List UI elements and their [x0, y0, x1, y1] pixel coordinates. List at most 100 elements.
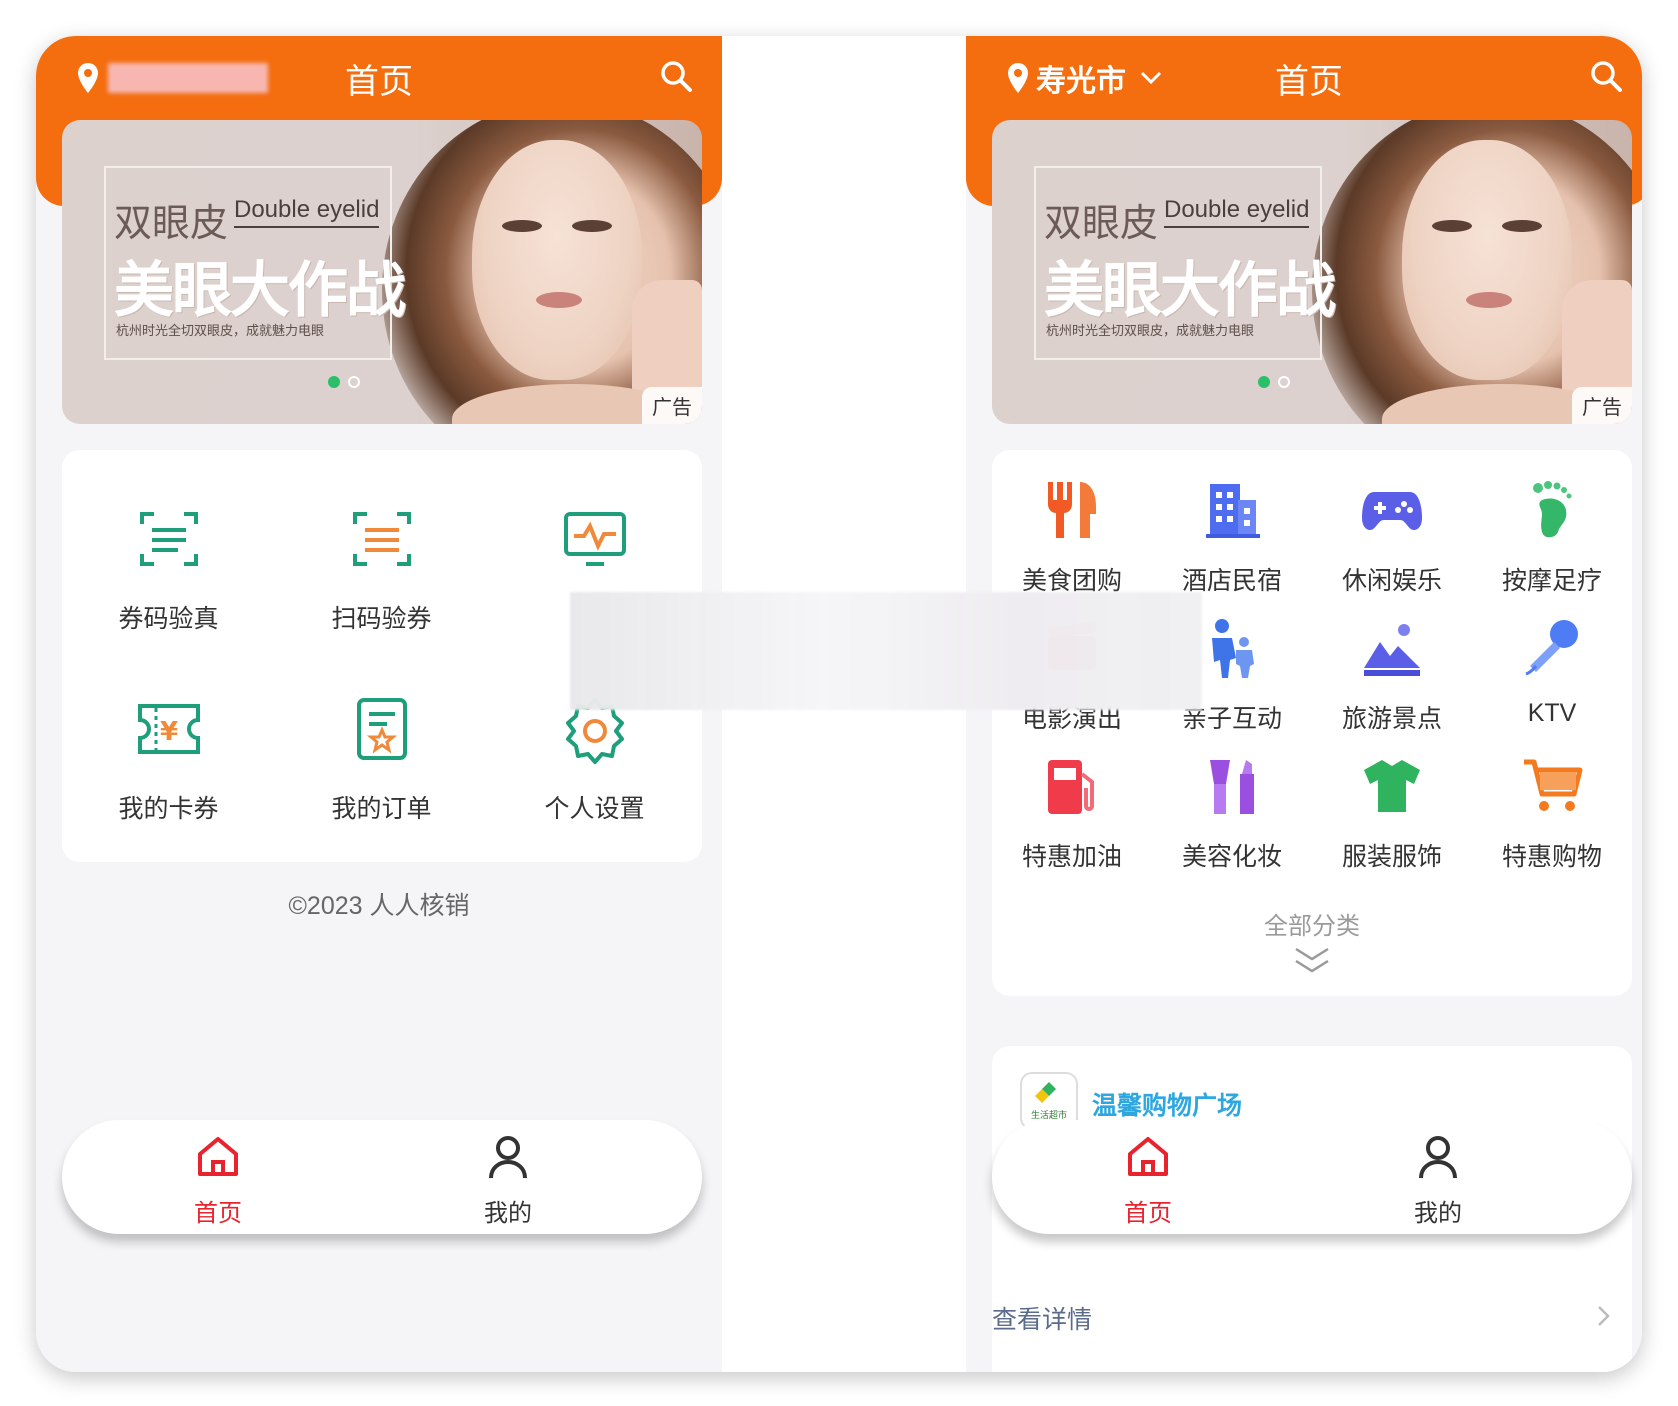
ad-headline: 美眼大作战 — [114, 257, 406, 324]
microphone-icon — [1525, 620, 1578, 676]
function-label: 我的卡券 — [118, 795, 219, 823]
copyright-text: ©2023 人人核销 — [288, 892, 470, 920]
ad-headline: 美眼大作战 — [1044, 257, 1336, 324]
category-gas[interactable]: 特惠加油 — [992, 754, 1152, 873]
redaction-blur — [570, 592, 1202, 710]
cart-icon — [1524, 759, 1583, 811]
page-title: 首页 — [345, 63, 413, 101]
banner-eye — [502, 220, 542, 232]
category-cosmetics[interactable]: 美容化妆 — [1152, 754, 1312, 873]
tshirt-icon — [1364, 760, 1420, 812]
coupon-scan-icon — [139, 512, 198, 566]
category-clothing[interactable]: 服装服饰 — [1312, 754, 1472, 873]
category-label: 服装服饰 — [1341, 843, 1442, 871]
double-chevron-down-icon — [1295, 947, 1329, 973]
category-label: KTV — [1527, 699, 1577, 727]
scan-verify-icon — [352, 512, 411, 566]
banner-lips — [536, 292, 582, 308]
category-label: 特惠购物 — [1501, 843, 1602, 871]
category-label: 休闲娱乐 — [1341, 567, 1442, 595]
ad-subtitle: 杭州时光全切双眼皮，成就魅力电眼 — [116, 323, 325, 338]
ticket-icon: ¥ — [137, 704, 200, 754]
mountain-icon — [1364, 624, 1420, 676]
category-travel[interactable]: 旅游景点 — [1312, 616, 1472, 735]
banner-eye — [572, 220, 612, 232]
carousel-dot[interactable] — [1278, 376, 1290, 388]
carousel-dot-active[interactable] — [328, 376, 340, 388]
home-icon — [1128, 1137, 1168, 1176]
carousel-dots[interactable] — [328, 376, 360, 388]
category-food[interactable]: 美食团购 — [992, 478, 1152, 597]
cosmetics-icon — [1210, 760, 1254, 814]
category-label: 旅游景点 — [1341, 705, 1442, 733]
page-title: 首页 — [1275, 63, 1343, 101]
svg-text:¥: ¥ — [159, 717, 177, 747]
ad-title-en: Double eyelid — [1164, 196, 1310, 228]
carousel-dot-active[interactable] — [1258, 376, 1270, 388]
tab-home[interactable]: 首页 — [118, 1132, 318, 1228]
carousel-dots[interactable] — [1258, 376, 1290, 388]
banner-eye — [1502, 220, 1542, 232]
tab-mine[interactable]: 我的 — [408, 1132, 608, 1228]
search-icon[interactable] — [656, 56, 696, 96]
chevron-right-icon[interactable] — [1596, 1304, 1612, 1328]
category-shopping[interactable]: 特惠购物 — [1472, 754, 1632, 873]
tab-home-label: 首页 — [1124, 1200, 1172, 1227]
category-massage[interactable]: 按摩足疗 — [1472, 478, 1632, 597]
function-my-orders[interactable]: 我的订单 — [275, 694, 488, 825]
gamepad-icon — [1362, 492, 1422, 530]
parent-child-icon — [1212, 619, 1254, 678]
tab-home[interactable]: 首页 — [1048, 1132, 1248, 1228]
category-hotel[interactable]: 酒店民宿 — [1152, 478, 1312, 597]
category-label: 美容化妆 — [1181, 843, 1282, 871]
category-ktv[interactable]: KTV — [1472, 616, 1632, 728]
banner-eye — [1432, 220, 1472, 232]
function-settings[interactable]: 个人设置 — [488, 694, 701, 825]
category-label: 按摩足疗 — [1501, 567, 1602, 595]
function-label: 我的订单 — [331, 795, 432, 823]
ad-banner[interactable]: 双眼皮 Double eyelid 美眼大作战 杭州时光全切双眼皮，成就魅力电眼… — [992, 120, 1632, 424]
ad-banner[interactable]: 双眼皮 Double eyelid 美眼大作战 杭州时光全切双眼皮，成就魅力电眼… — [62, 120, 702, 424]
ad-tag: 广告 — [642, 387, 702, 424]
shop-name[interactable]: 温馨购物广场 — [1092, 1086, 1242, 1122]
function-coupon-verify[interactable]: 券码验真 — [62, 504, 275, 635]
bottom-tabbar: 首页 我的 — [992, 1120, 1632, 1234]
hotel-icon — [1206, 484, 1260, 538]
gas-station-icon — [1048, 760, 1094, 814]
ad-subtitle: 杭州时光全切双眼皮，成就魅力电眼 — [1046, 323, 1255, 338]
home-icon — [198, 1137, 238, 1176]
view-details-link[interactable]: 查看详情 — [992, 1300, 1092, 1336]
ad-title-cn: 双眼皮 — [114, 201, 229, 245]
all-categories-button[interactable]: 全部分类 — [992, 906, 1632, 977]
tab-mine-label: 我的 — [484, 1200, 532, 1227]
monitor-icon — [563, 512, 626, 566]
all-categories-label: 全部分类 — [1264, 913, 1360, 940]
ad-title-cn: 双眼皮 — [1044, 201, 1159, 245]
screenshot-frame: 首页 双眼皮 Double eyelid 美眼大作战 杭州时光全切双眼皮，成就魅… — [36, 36, 1642, 1372]
tab-home-label: 首页 — [194, 1200, 242, 1227]
ad-tag: 广告 — [1572, 387, 1632, 424]
user-icon — [1419, 1136, 1457, 1179]
function-my-cards[interactable]: ¥ 我的卡券 — [62, 694, 275, 825]
function-scan-verify[interactable]: 扫码验券 — [275, 504, 488, 635]
fork-knife-icon — [1048, 482, 1096, 538]
category-label: 特惠加油 — [1021, 843, 1122, 871]
function-label: 个人设置 — [544, 795, 645, 823]
user-icon — [489, 1136, 527, 1179]
function-label: 扫码验券 — [331, 605, 432, 633]
search-icon[interactable] — [1586, 56, 1626, 96]
order-icon — [356, 698, 407, 760]
banner-lips — [1466, 292, 1512, 308]
category-entertainment[interactable]: 休闲娱乐 — [1312, 478, 1472, 597]
categories-card: 美食团购 酒店民宿 休闲娱乐 按摩足疗 电影演出 亲子互动 旅游景点 KTV 特… — [992, 450, 1632, 996]
foot-icon — [1533, 481, 1572, 538]
bottom-tabbar: 首页 我的 — [62, 1120, 702, 1234]
function-label: 券码验真 — [118, 605, 219, 633]
carousel-dot[interactable] — [348, 376, 360, 388]
banner-face — [1402, 140, 1572, 380]
tab-mine[interactable]: 我的 — [1338, 1132, 1538, 1228]
tab-mine-label: 我的 — [1414, 1200, 1462, 1227]
function-monitor[interactable] — [488, 504, 701, 599]
banner-face — [472, 140, 642, 380]
ad-title-en: Double eyelid — [234, 196, 380, 228]
